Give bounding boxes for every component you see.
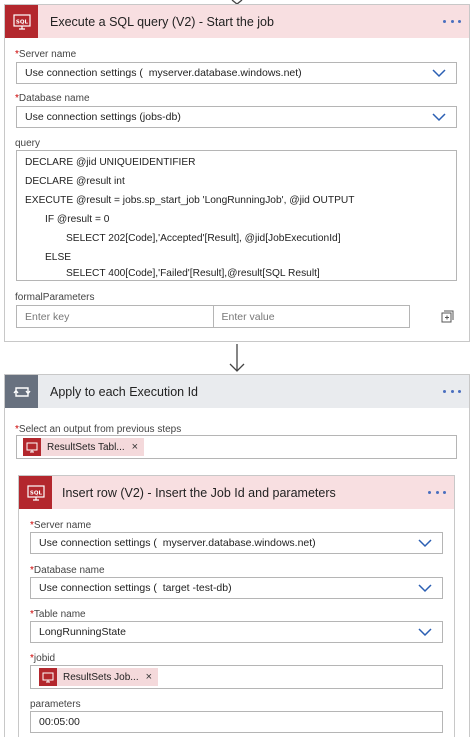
parameters-input[interactable]: 00:05:00 <box>30 711 443 733</box>
remove-token-icon[interactable]: × <box>132 441 138 453</box>
card-title: Execute a SQL query (V2) - Start the job <box>50 14 274 29</box>
query-textarea[interactable]: DECLARE @jid UNIQUEIDENTIFIER DECLARE @r… <box>16 150 457 281</box>
database-name-host: target -test-db) <box>162 582 232 594</box>
execute-sql-query-header[interactable]: SQL Execute a SQL query (V2) - Start the… <box>5 5 469 38</box>
query-line: IF @result = 0 <box>45 214 110 225</box>
query-line: DECLARE @result int <box>25 176 125 187</box>
select-output-field[interactable]: ResultSets Tabl... × <box>16 435 457 459</box>
query-line: DECLARE @jid UNIQUEIDENTIFIER <box>25 157 196 168</box>
query-label: query <box>15 138 41 149</box>
chevron-down-icon <box>432 69 446 78</box>
database-name-value: Use connection settings (jobs-db) <box>25 111 181 123</box>
query-line: SELECT 202[Code],'Accepted'[Result], @ji… <box>66 233 341 244</box>
database-name-label: *Database name <box>30 565 105 576</box>
loop-icon <box>5 375 38 408</box>
chevron-down-icon <box>418 584 432 593</box>
svg-text:SQL: SQL <box>29 490 42 496</box>
svg-text:SQL: SQL <box>15 19 28 25</box>
table-name-dropdown[interactable]: LongRunningState <box>30 621 443 643</box>
parameters-value: 00:05:00 <box>39 716 80 728</box>
server-name-dropdown[interactable]: Use connection settings ( myserver.datab… <box>16 62 457 84</box>
token-label: ResultSets Job... <box>63 671 139 683</box>
insert-row-header[interactable]: SQL Insert row (V2) - Insert the Job Id … <box>19 476 454 509</box>
apply-to-each-header[interactable]: Apply to each Execution Id <box>5 375 469 408</box>
server-name-host: myserver.database.windows.net) <box>148 67 302 79</box>
server-name-value: Use connection settings ( <box>25 67 143 79</box>
server-name-label: *Server name <box>15 49 77 60</box>
chevron-down-icon <box>418 628 432 637</box>
chevron-down-icon <box>418 539 432 548</box>
enter-key-input[interactable]: Enter key <box>17 306 213 327</box>
token-label: ResultSets Tabl... <box>47 441 125 453</box>
parameters-label: parameters <box>30 699 81 710</box>
database-name-dropdown[interactable]: Use connection settings (jobs-db) <box>16 106 457 128</box>
remove-token-icon[interactable]: × <box>146 671 152 683</box>
connector-arrow <box>229 344 245 372</box>
sql-icon: SQL <box>5 5 38 38</box>
query-line: SELECT 400[Code],'Failed'[Result],@resul… <box>66 268 320 279</box>
database-name-value: Use connection settings ( <box>39 582 157 594</box>
query-line: EXECUTE @result = jobs.sp_start_job 'Lon… <box>25 195 355 206</box>
server-name-label: *Server name <box>30 520 92 531</box>
database-name-label: *Database name <box>15 93 90 104</box>
server-name-value: Use connection settings ( <box>39 537 157 549</box>
more-options-icon[interactable] <box>428 484 446 500</box>
chevron-down-icon <box>432 113 446 122</box>
jobid-label: *jobid <box>30 653 56 664</box>
formal-parameters-label: formalParameters <box>15 292 95 303</box>
switch-to-text-mode-icon[interactable] <box>440 309 454 323</box>
more-options-icon[interactable] <box>443 383 461 399</box>
insert-row-card: SQL Insert row (V2) - Insert the Job Id … <box>18 475 455 737</box>
query-line: ELSE <box>45 252 72 263</box>
sql-icon <box>23 438 41 456</box>
more-options-icon[interactable] <box>443 13 461 29</box>
card-title: Apply to each Execution Id <box>50 384 199 399</box>
sql-icon <box>39 668 57 686</box>
table-name-label: *Table name <box>30 609 86 620</box>
resultsets-table-token[interactable]: ResultSets Tabl... × <box>23 438 145 456</box>
formal-parameters-editor: Enter key Enter value <box>16 305 410 328</box>
table-name-value: LongRunningState <box>39 626 126 638</box>
database-name-dropdown[interactable]: Use connection settings ( target -test-d… <box>30 577 443 599</box>
server-name-host: myserver.database.windows.net) <box>162 537 316 549</box>
select-output-label: *Select an output from previous steps <box>15 424 182 435</box>
resultsets-jobid-token[interactable]: ResultSets Job... × <box>39 668 159 686</box>
server-name-dropdown[interactable]: Use connection settings ( myserver.datab… <box>30 532 443 554</box>
enter-value-input[interactable]: Enter value <box>212 306 410 327</box>
sql-icon: SQL <box>19 476 52 509</box>
jobid-field[interactable]: ResultSets Job... × <box>30 665 443 689</box>
card-title: Insert row (V2) - Insert the Job Id and … <box>62 485 336 500</box>
